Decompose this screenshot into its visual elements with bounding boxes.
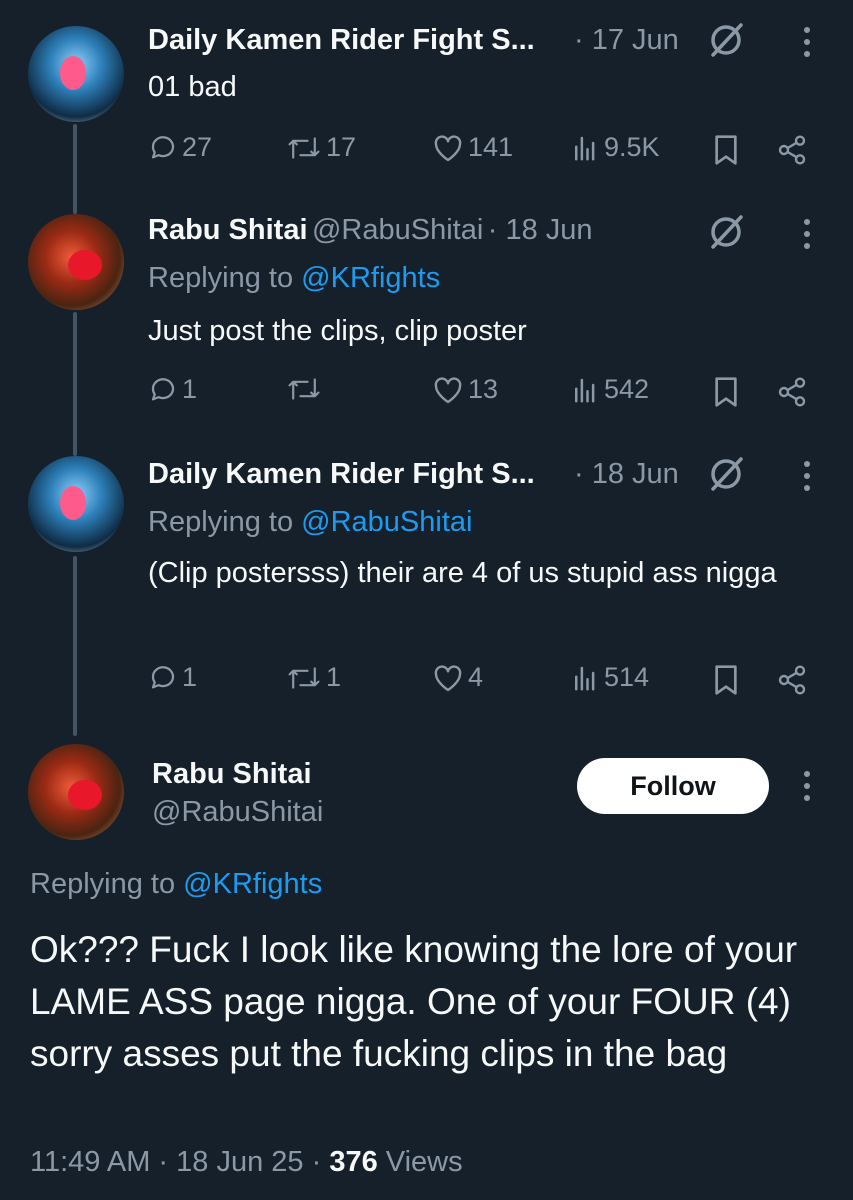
grok-icon[interactable]: [706, 212, 746, 257]
author-handle[interactable]: @RabuShitai: [312, 214, 483, 246]
author-name[interactable]: Daily Kamen Rider Fight S...: [148, 458, 535, 491]
tweet-timestamp[interactable]: 11:49 AM · 18 Jun 25 ·: [30, 1146, 321, 1178]
share-icon[interactable]: [776, 376, 808, 413]
tweet-date[interactable]: · 18 Jun: [574, 458, 679, 491]
replying-to: Replying to @RabuShitai: [148, 506, 473, 538]
avatar[interactable]: [28, 744, 124, 840]
author-name[interactable]: Rabu Shitai: [148, 214, 308, 246]
tweet-date[interactable]: · 18 Jun: [488, 214, 593, 246]
tweet-footer: 11:49 AM · 18 Jun 25 · 376 Views: [30, 1146, 463, 1179]
tweet-text: (Clip postersss) their are 4 of us stupi…: [148, 557, 777, 589]
retweet-button[interactable]: [286, 374, 326, 404]
views-icon: [575, 136, 595, 160]
retweet-button[interactable]: 17: [286, 132, 356, 163]
replying-to: Replying to @KRfights: [30, 868, 323, 900]
thread-line-1: [73, 124, 77, 214]
reply-count: 1: [182, 374, 198, 404]
views-button[interactable]: 514: [570, 662, 649, 693]
retweet-count: 1: [326, 662, 342, 692]
like-count: 4: [468, 662, 484, 692]
follow-button[interactable]: Follow: [577, 758, 769, 814]
mention-link[interactable]: @KRfights: [301, 262, 440, 294]
views-icon: [575, 378, 595, 402]
avatar[interactable]: [28, 456, 124, 552]
like-icon: [434, 134, 462, 161]
like-button[interactable]: 13: [432, 374, 498, 405]
views-count: 542: [604, 374, 650, 404]
author-name[interactable]: Daily Kamen Rider Fight S...: [148, 24, 535, 57]
mention-link[interactable]: @KRfights: [183, 868, 322, 900]
reply-icon: [151, 377, 175, 400]
tweet-text: 01 bad: [148, 71, 237, 103]
views-count: 9.5K: [604, 132, 660, 162]
like-button[interactable]: 141: [432, 132, 513, 163]
like-count: 13: [468, 374, 499, 404]
more-icon[interactable]: [800, 24, 814, 65]
grok-icon[interactable]: [706, 20, 746, 65]
retweet-icon: [288, 666, 320, 689]
author-name[interactable]: Rabu Shitai: [152, 758, 312, 791]
main-tweet-text: Ok??? Fuck I look like knowing the lore …: [30, 929, 798, 1074]
author-handle[interactable]: @RabuShitai: [152, 796, 323, 829]
reply-button[interactable]: 27: [148, 132, 212, 163]
more-icon[interactable]: [800, 216, 814, 257]
reply-button[interactable]: 1: [148, 374, 197, 405]
views-icon: [575, 666, 595, 690]
like-button[interactable]: 4: [432, 662, 483, 693]
tweet-date[interactable]: · 17 Jun: [574, 24, 679, 57]
reply-icon: [151, 665, 175, 688]
retweet-icon: [288, 136, 320, 159]
replying-to: Replying to @KRfights: [148, 262, 441, 294]
retweet-icon: [288, 378, 320, 400]
views-label: Views: [385, 1146, 463, 1178]
retweet-count: 17: [326, 132, 357, 162]
views-button[interactable]: 9.5K: [570, 132, 660, 163]
like-icon: [434, 664, 462, 691]
avatar[interactable]: [28, 214, 124, 310]
reply-icon: [151, 135, 175, 158]
thread-line-3: [73, 556, 77, 736]
views-button[interactable]: 542: [570, 374, 649, 405]
reply-count: 27: [182, 132, 213, 162]
tweet-text: Just post the clips, clip poster: [148, 315, 527, 347]
views-count: 514: [604, 662, 650, 692]
share-icon[interactable]: [776, 134, 808, 171]
like-icon: [434, 376, 462, 403]
reply-count: 1: [182, 662, 198, 692]
mention-link[interactable]: @RabuShitai: [301, 506, 472, 538]
more-icon[interactable]: [800, 458, 814, 499]
retweet-button[interactable]: 1: [286, 662, 341, 693]
like-count: 141: [468, 132, 514, 162]
bookmark-icon[interactable]: [712, 134, 740, 171]
bookmark-icon[interactable]: [712, 376, 740, 413]
more-icon[interactable]: [800, 768, 814, 809]
thread-line-2: [73, 312, 77, 456]
reply-button[interactable]: 1: [148, 662, 197, 693]
share-icon[interactable]: [776, 664, 808, 701]
avatar[interactable]: [28, 26, 124, 122]
views-total: 376: [329, 1146, 378, 1178]
grok-icon[interactable]: [706, 454, 746, 499]
bookmark-icon[interactable]: [712, 664, 740, 701]
